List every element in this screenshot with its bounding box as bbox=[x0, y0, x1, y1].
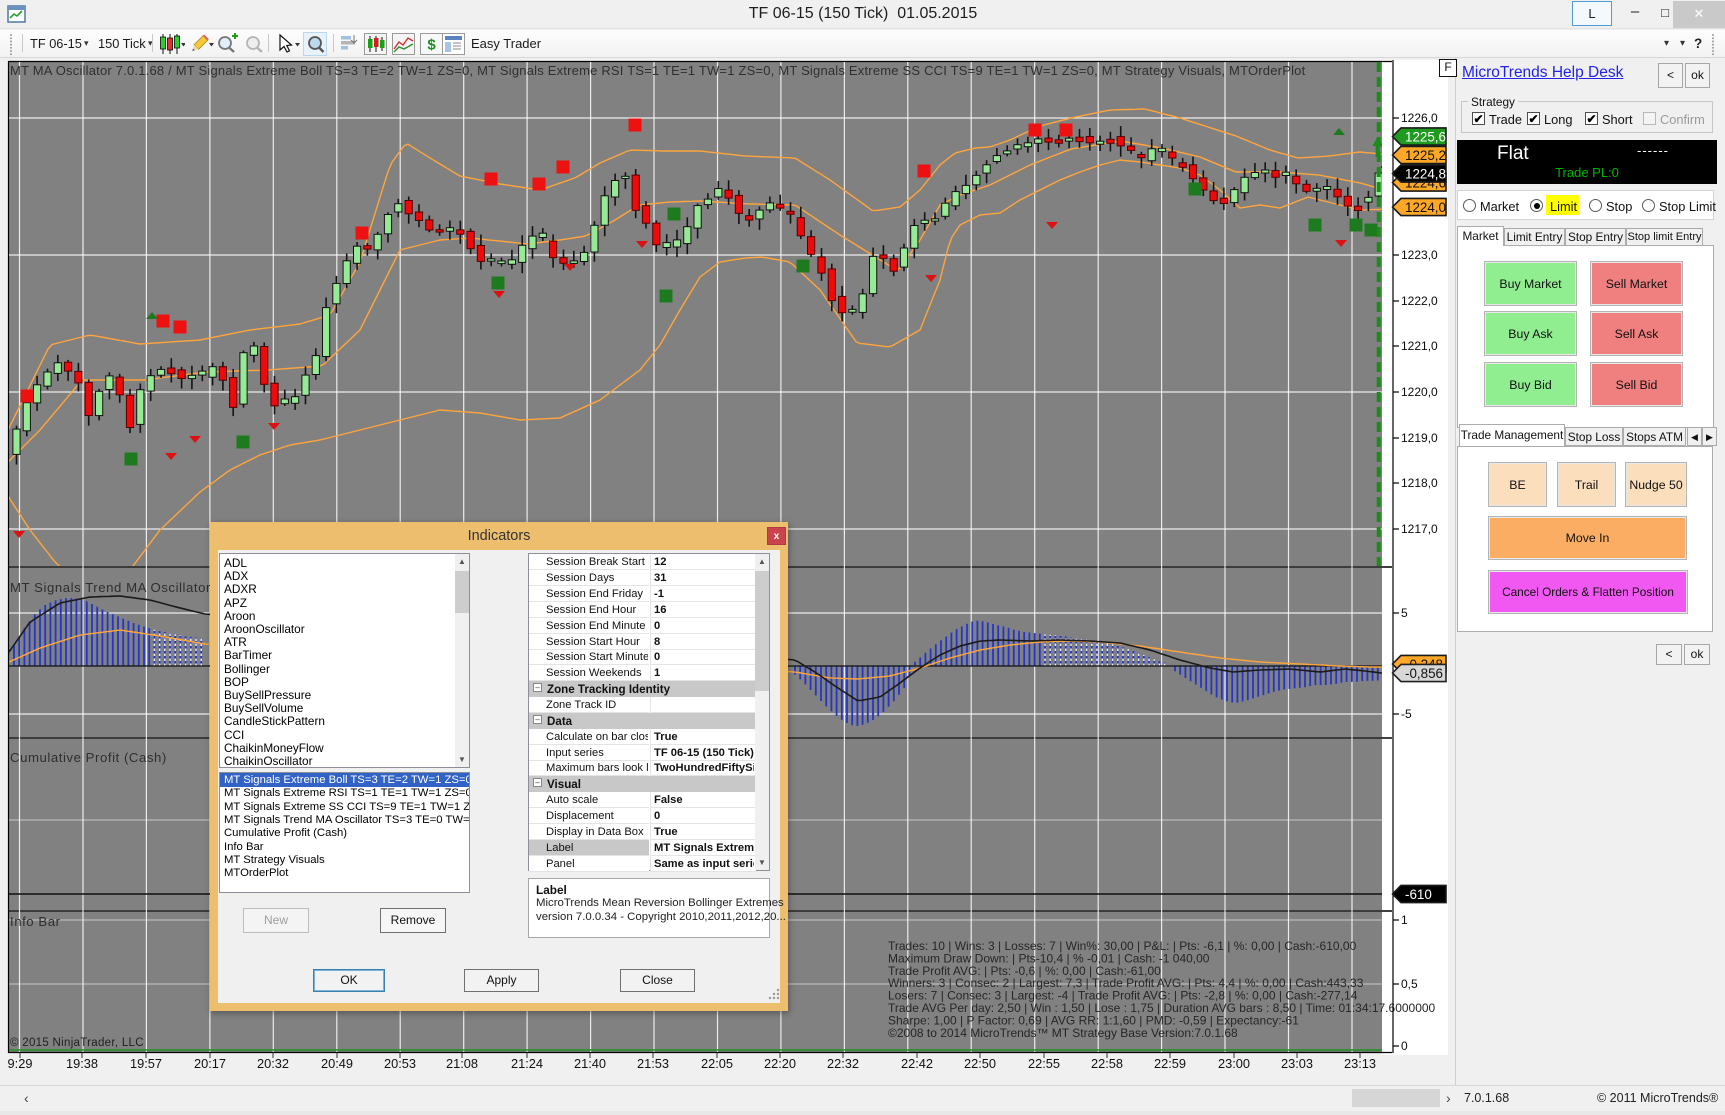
svg-text:-610: -610 bbox=[1405, 887, 1432, 902]
svg-text:1221,0: 1221,0 bbox=[1401, 339, 1438, 353]
svg-text:21:53: 21:53 bbox=[637, 1056, 669, 1071]
svg-text:20:17: 20:17 bbox=[194, 1056, 226, 1071]
svg-text:22:42: 22:42 bbox=[901, 1056, 933, 1071]
svg-text:-5: -5 bbox=[1401, 707, 1412, 721]
svg-text:1224,8: 1224,8 bbox=[1405, 166, 1446, 181]
svg-text:1219,0: 1219,0 bbox=[1401, 431, 1438, 445]
svg-text:23:13: 23:13 bbox=[1344, 1056, 1376, 1071]
svg-text:20:49: 20:49 bbox=[321, 1056, 353, 1071]
svg-text:22:20: 22:20 bbox=[764, 1056, 796, 1071]
svg-text:1225,6: 1225,6 bbox=[1405, 129, 1446, 144]
svg-text:23:00: 23:00 bbox=[1218, 1056, 1250, 1071]
svg-text:1217,0: 1217,0 bbox=[1401, 522, 1438, 536]
svg-text:©2008 to 2014 MicroTrends™ MT: ©2008 to 2014 MicroTrends™ MT Strategy B… bbox=[888, 1026, 1238, 1040]
svg-text:19:38: 19:38 bbox=[66, 1056, 98, 1071]
svg-text:1218,0: 1218,0 bbox=[1401, 476, 1438, 490]
svg-text:1223,0: 1223,0 bbox=[1401, 248, 1438, 262]
svg-text:1226,0: 1226,0 bbox=[1401, 111, 1438, 125]
svg-text:MT Signals Trend MA Oscillator: MT Signals Trend MA Oscillator T bbox=[10, 580, 224, 595]
svg-text:19:57: 19:57 bbox=[130, 1056, 162, 1071]
svg-text:21:08: 21:08 bbox=[446, 1056, 478, 1071]
svg-text:© 2015 NinjaTrader, LLC: © 2015 NinjaTrader, LLC bbox=[10, 1037, 144, 1049]
svg-text:22:50: 22:50 bbox=[964, 1056, 996, 1071]
svg-text:22:55: 22:55 bbox=[1028, 1056, 1060, 1071]
svg-text:1224,0: 1224,0 bbox=[1405, 200, 1446, 215]
svg-text:21:40: 21:40 bbox=[574, 1056, 606, 1071]
svg-text:Info Bar: Info Bar bbox=[10, 914, 61, 929]
svg-text:0: 0 bbox=[1401, 1039, 1408, 1053]
svg-text:1225,2: 1225,2 bbox=[1405, 148, 1446, 163]
svg-text:21:24: 21:24 bbox=[511, 1056, 543, 1071]
svg-text:22:32: 22:32 bbox=[827, 1056, 859, 1071]
svg-text:9:29: 9:29 bbox=[8, 1056, 33, 1071]
svg-text:22:59: 22:59 bbox=[1154, 1056, 1186, 1071]
svg-text:5: 5 bbox=[1401, 606, 1408, 620]
svg-text:Cumulative Profit (Cash): Cumulative Profit (Cash) bbox=[10, 750, 167, 765]
svg-text:20:53: 20:53 bbox=[384, 1056, 416, 1071]
svg-text:1222,0: 1222,0 bbox=[1401, 294, 1438, 308]
svg-text:20:32: 20:32 bbox=[257, 1056, 289, 1071]
svg-text:23:03: 23:03 bbox=[1281, 1056, 1313, 1071]
svg-text:22:05: 22:05 bbox=[701, 1056, 733, 1071]
svg-text:1: 1 bbox=[1401, 913, 1408, 927]
svg-text:$: $ bbox=[427, 37, 436, 54]
svg-text:MT MA Oscillator 7.0.1.68 / MT: MT MA Oscillator 7.0.1.68 / MT Signals E… bbox=[10, 63, 1306, 78]
svg-text:0,5: 0,5 bbox=[1401, 977, 1418, 991]
svg-text:22:58: 22:58 bbox=[1091, 1056, 1123, 1071]
svg-text:-0,856: -0,856 bbox=[1405, 666, 1443, 681]
svg-text:1220,0: 1220,0 bbox=[1401, 385, 1438, 399]
